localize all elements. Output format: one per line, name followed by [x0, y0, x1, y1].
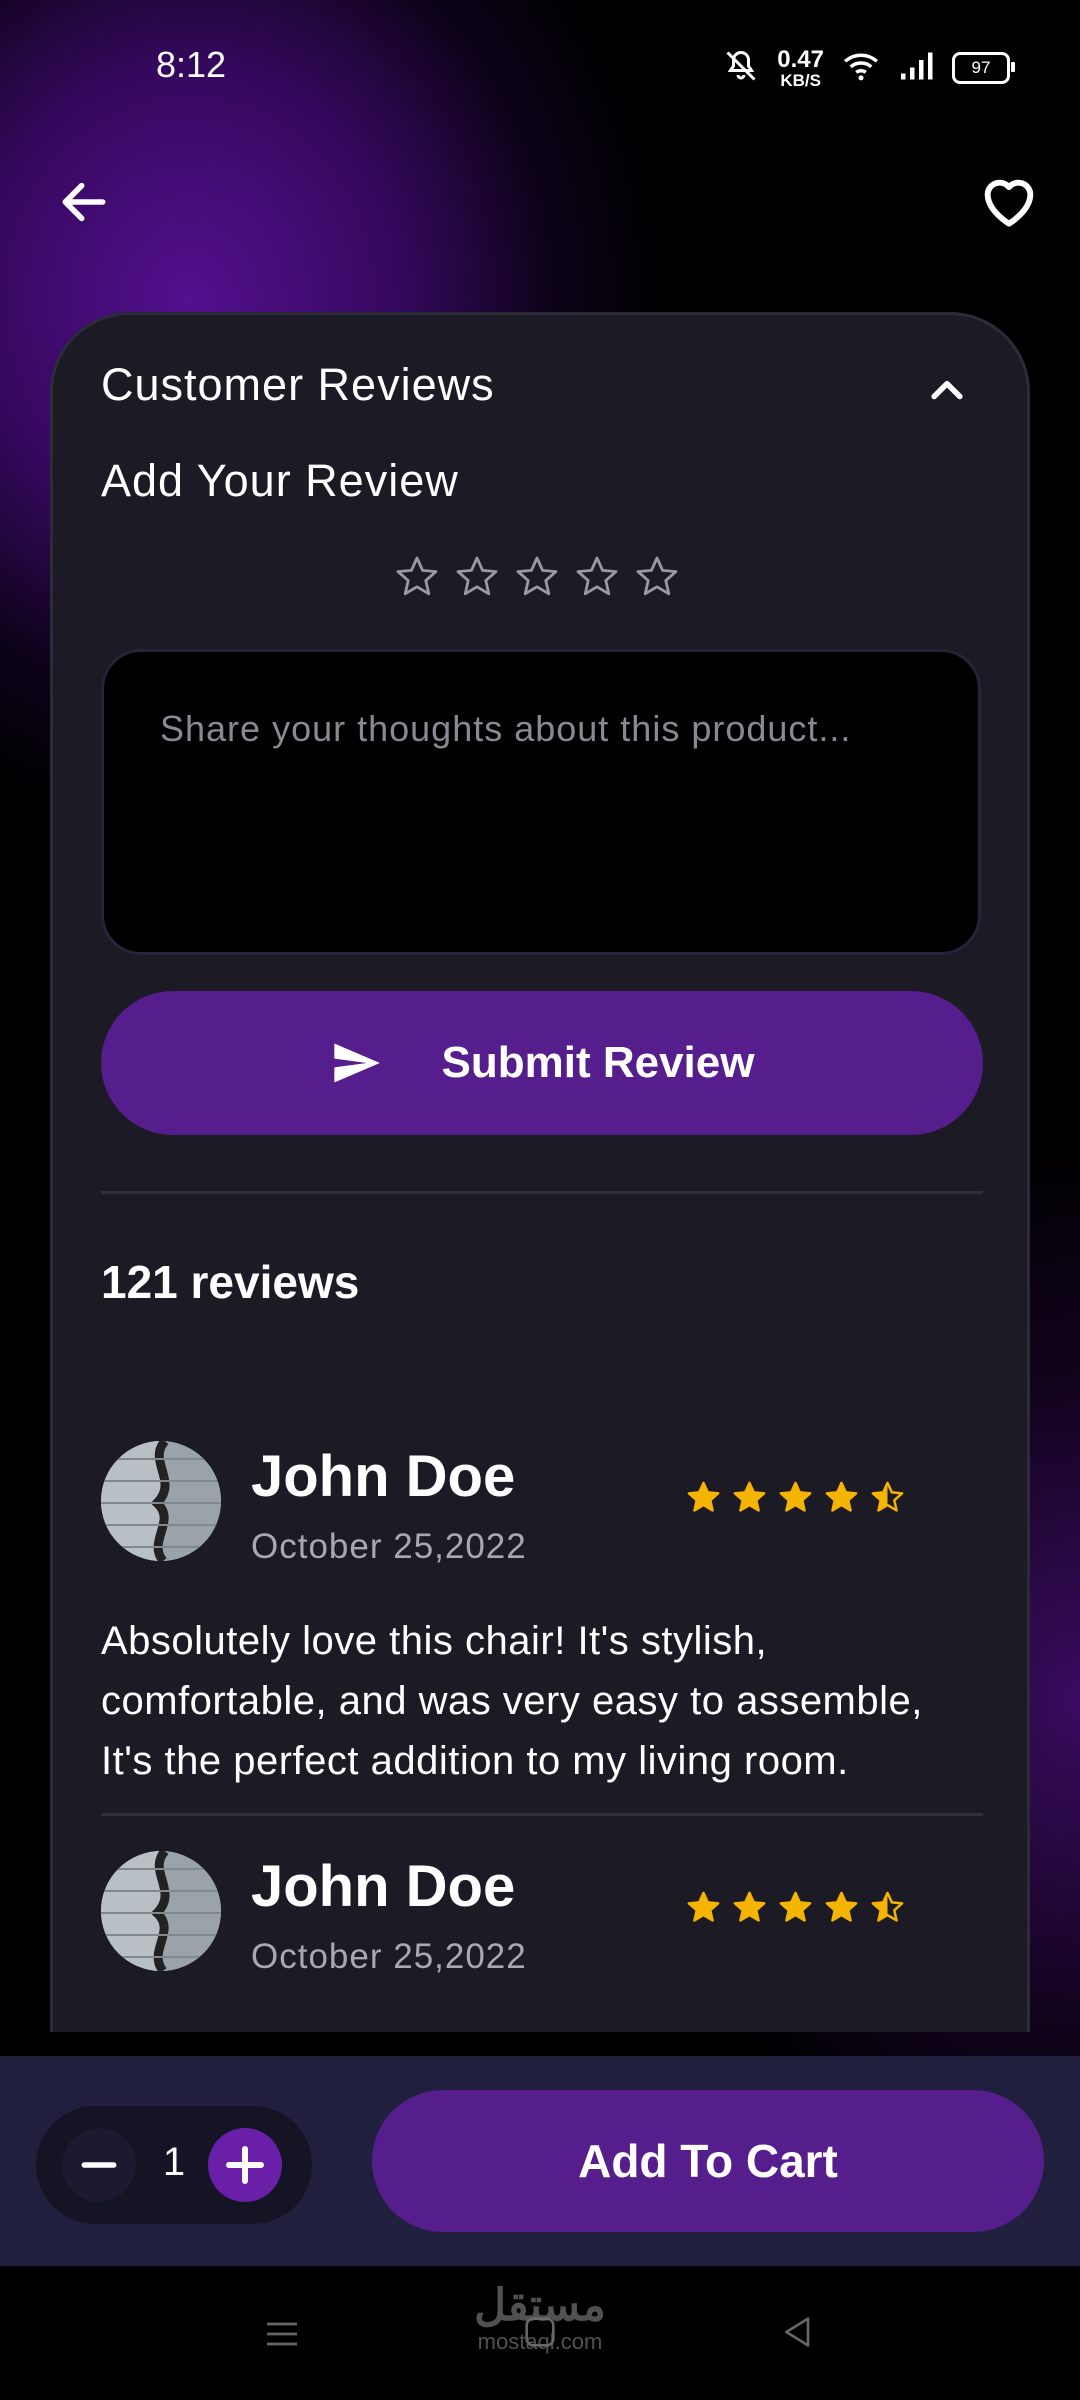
bottom-action-bar: 1 Add To Cart [0, 2056, 1080, 2266]
star-outline-icon[interactable] [513, 553, 561, 601]
menu-icon[interactable] [262, 2314, 302, 2354]
submit-review-label: Submit Review [441, 1038, 755, 1087]
reviews-card: Customer Reviews Add Your Review Submit … [50, 312, 1030, 2032]
send-icon [333, 1043, 380, 1083]
arrow-left-icon [62, 182, 106, 222]
favorite-button[interactable] [974, 166, 1044, 236]
reviews-section-title: Customer Reviews [101, 359, 495, 410]
star-filled-icon [779, 1891, 812, 1922]
watermark-latin: mostaql.com [477, 2329, 603, 2354]
review-text: Absolutely love this chair! It's stylish… [101, 1619, 923, 1783]
review-rating [685, 1479, 906, 1516]
quantity-stepper: 1 [36, 2106, 312, 2224]
bell-off-icon [723, 48, 759, 89]
watermark: مستقل mostaql.com [440, 2282, 640, 2354]
rating-input[interactable] [393, 553, 681, 601]
star-outline-icon[interactable] [453, 553, 501, 601]
star-half-icon [871, 1891, 904, 1922]
minus-icon [81, 2162, 117, 2168]
star-filled-icon [779, 1481, 812, 1512]
network-speed-value: 0.47 [777, 45, 824, 73]
review-date: October 25,2022 [251, 1527, 527, 1566]
heart-outline-icon [984, 179, 1034, 227]
add-to-cart-button[interactable]: Add To Cart [372, 2090, 1044, 2232]
status-time: 8:12 [156, 44, 227, 85]
system-navigation-bar: مستقل mostaql.com [0, 2266, 1080, 2400]
review-textarea[interactable] [104, 652, 978, 952]
back-button[interactable] [52, 170, 116, 234]
review-text: Absolutely love this chair! It's stylish… [101, 2021, 981, 2032]
add-review-title: Add Your Review [101, 455, 459, 506]
review-item: John Doe October 25,2022 Absolutely love… [101, 1851, 983, 2032]
reviews-count: 121 reviews [101, 1256, 360, 1308]
star-outline-icon[interactable] [633, 553, 681, 601]
review-item: John Doe October 25,2022 Absolutely love… [101, 1441, 983, 1783]
reviewer-name: John Doe [251, 1854, 516, 1919]
avatar [101, 1441, 221, 1561]
reviewer-name: John Doe [251, 1444, 516, 1509]
review-rating [685, 1889, 906, 1926]
star-outline-icon[interactable] [393, 553, 441, 601]
chevron-up-icon [931, 380, 963, 400]
star-filled-icon [825, 1481, 858, 1512]
divider [101, 1191, 983, 1194]
divider [101, 1813, 983, 1816]
star-filled-icon [733, 1481, 766, 1512]
increase-quantity-button[interactable] [208, 2128, 282, 2202]
star-filled-icon [687, 1891, 720, 1922]
status-icons: 0.47 KB/S 97 [723, 44, 1015, 92]
star-outline-icon[interactable] [573, 553, 621, 601]
decrease-quantity-button[interactable] [62, 2128, 136, 2202]
star-half-icon [871, 1481, 904, 1512]
battery-icon: 97 [952, 52, 1015, 84]
watermark-arabic: مستقل [474, 2281, 606, 2330]
battery-level: 97 [971, 58, 991, 77]
network-speed-unit: KB/S [780, 70, 821, 90]
wifi-icon [842, 50, 880, 87]
avatar [101, 1851, 221, 1971]
back-triangle-icon[interactable] [778, 2312, 818, 2352]
quantity-value: 1 [162, 2140, 186, 2184]
review-date: October 25,2022 [251, 1937, 527, 1976]
collapse-button[interactable] [919, 363, 975, 419]
star-filled-icon [733, 1891, 766, 1922]
submit-review-button[interactable]: Submit Review [101, 991, 983, 1135]
star-filled-icon [687, 1481, 720, 1512]
signal-icon [898, 50, 934, 87]
star-filled-icon [825, 1891, 858, 1922]
network-speed: 0.47 KB/S [777, 45, 824, 90]
plus-icon [226, 2146, 264, 2184]
review-textarea-container [101, 649, 981, 955]
status-bar: 8:12 0.47 KB/S 97 [0, 0, 1080, 140]
